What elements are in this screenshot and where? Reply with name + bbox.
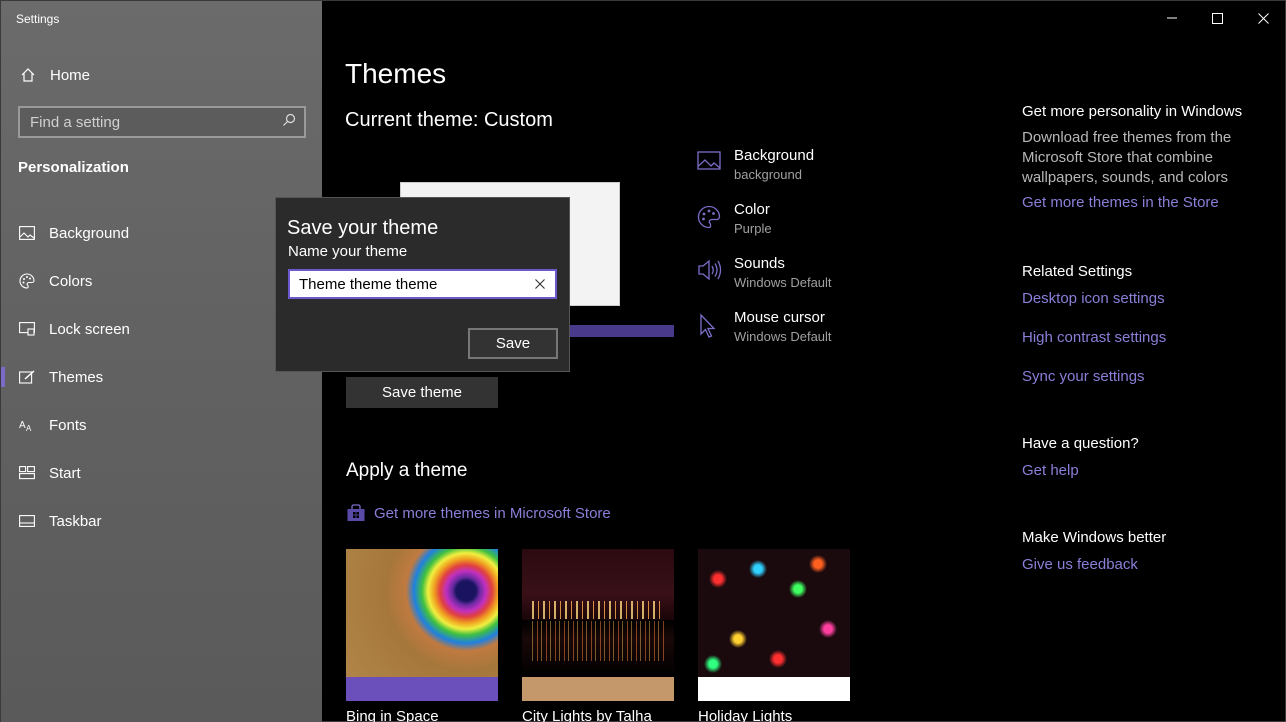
- high-contrast-settings-link[interactable]: High contrast settings: [1022, 329, 1272, 346]
- personality-heading: Get more personality in Windows: [1022, 103, 1243, 120]
- save-theme-button[interactable]: Save theme: [346, 377, 498, 408]
- close-button[interactable]: [1240, 1, 1286, 35]
- sidebar-item-colors[interactable]: Colors: [1, 257, 322, 305]
- palette-icon: [18, 272, 36, 290]
- personality-description: Download free themes from the Microsoft …: [1022, 129, 1232, 186]
- question-heading: Have a question?: [1022, 435, 1139, 452]
- right-panel: Get more personality in Windows Download…: [1022, 103, 1272, 573]
- home-label: Home: [50, 66, 91, 84]
- sidebar-item-label: Background: [49, 224, 130, 242]
- property-title: Background: [734, 147, 815, 164]
- dialog-title: Save your theme: [287, 217, 439, 239]
- theme-thumbnail: [698, 549, 850, 677]
- start-grid-icon: [18, 464, 36, 482]
- theme-thumbnail: [522, 549, 674, 677]
- sidebar-item-label: Fonts: [49, 416, 87, 434]
- property-value: background: [734, 167, 802, 182]
- sidebar-item-label: Colors: [49, 272, 93, 290]
- theme-thumbnail: [346, 549, 498, 677]
- sidebar-item-label: Taskbar: [49, 512, 102, 530]
- close-icon: [535, 279, 545, 289]
- svg-text:A: A: [26, 424, 32, 432]
- sidebar-item-label: Start: [49, 464, 81, 482]
- page-title: Themes: [345, 58, 447, 89]
- search-icon[interactable]: [282, 113, 296, 132]
- related-settings-heading: Related Settings: [1022, 263, 1133, 280]
- close-icon: [1257, 12, 1269, 24]
- theme-properties: Background background Color Purple Sound…: [697, 147, 832, 363]
- sidebar-item-label: Themes: [49, 368, 104, 386]
- search-input[interactable]: [30, 113, 282, 131]
- sidebar-item-fonts[interactable]: AA Fonts: [1, 401, 322, 449]
- make-windows-better-heading: Make Windows better: [1022, 529, 1167, 546]
- theme-accent-strip: [698, 677, 850, 701]
- palette-icon: [697, 201, 723, 255]
- property-color[interactable]: Color Purple: [697, 201, 832, 255]
- store-link-label: Get more themes in Microsoft Store: [374, 504, 611, 522]
- fonts-icon: AA: [18, 416, 36, 434]
- sync-settings-link[interactable]: Sync your settings: [1022, 368, 1272, 385]
- property-title: Sounds: [734, 255, 785, 272]
- theme-name: Bing in Space: [346, 708, 439, 722]
- theme-accent-strip: [522, 677, 674, 701]
- property-value: Windows Default: [734, 275, 832, 290]
- theme-name: Holiday Lights: [698, 708, 793, 722]
- get-help-link[interactable]: Get help: [1022, 462, 1272, 479]
- theme-preview-accent-bar: [569, 325, 674, 337]
- theme-tile-holiday-lights[interactable]: Holiday Lights: [698, 549, 850, 722]
- clear-input-button[interactable]: [533, 277, 547, 291]
- get-more-themes-link[interactable]: Get more themes in the Store: [1022, 194, 1272, 211]
- save-theme-dialog: Save your theme Name your theme Save: [275, 197, 570, 372]
- property-title: Color: [734, 201, 770, 218]
- sidebar-item-start[interactable]: Start: [1, 449, 322, 497]
- dialog-label: Name your theme: [288, 243, 408, 260]
- theme-name: City Lights by Talha: [522, 708, 652, 722]
- app-title: Settings: [16, 12, 60, 26]
- svg-text:A: A: [19, 420, 26, 431]
- store-bag-icon: [346, 503, 366, 523]
- speaker-icon: [697, 255, 723, 309]
- sidebar: Settings Home Personalization Background: [1, 1, 322, 722]
- minimize-button[interactable]: [1149, 1, 1195, 35]
- theme-name-input[interactable]: [299, 275, 533, 293]
- property-sounds[interactable]: Sounds Windows Default: [697, 255, 832, 309]
- sidebar-item-background[interactable]: Background: [1, 209, 322, 257]
- theme-accent-strip: [346, 677, 498, 701]
- theme-tile-city-lights[interactable]: City Lights by Talha: [522, 549, 674, 722]
- theme-name-field[interactable]: [288, 269, 557, 299]
- settings-window: Settings Home Personalization Background: [0, 0, 1286, 722]
- search-box[interactable]: [18, 106, 306, 138]
- sidebar-item-label: Lock screen: [49, 320, 130, 338]
- theme-tile-bing-in-space[interactable]: Bing in Space: [346, 549, 498, 722]
- taskbar-icon: [18, 512, 36, 530]
- sidebar-item-lock-screen[interactable]: Lock screen: [1, 305, 322, 353]
- sidebar-nav: Background Colors Lock screen Themes A A…: [1, 209, 322, 545]
- section-label: Personalization: [18, 159, 129, 176]
- current-theme-heading: Current theme: Custom: [345, 109, 553, 131]
- apply-theme-heading: Apply a theme: [346, 460, 468, 481]
- image-icon: [697, 147, 723, 201]
- home-nav[interactable]: Home: [18, 65, 90, 85]
- dialog-save-button[interactable]: Save: [468, 328, 558, 359]
- minimize-icon: [1167, 17, 1177, 19]
- property-value: Purple: [734, 221, 772, 236]
- property-background[interactable]: Background background: [697, 147, 832, 201]
- lock-screen-icon: [18, 320, 36, 338]
- maximize-icon: [1211, 12, 1223, 24]
- theme-gallery: Bing in Space City Lights by Talha Holid…: [346, 549, 850, 722]
- home-icon: [18, 65, 38, 85]
- sidebar-item-taskbar[interactable]: Taskbar: [1, 497, 322, 545]
- store-themes-link[interactable]: Get more themes in Microsoft Store: [346, 503, 611, 523]
- desktop-icon-settings-link[interactable]: Desktop icon settings: [1022, 290, 1272, 307]
- themes-brush-icon: [18, 368, 36, 386]
- maximize-button[interactable]: [1194, 1, 1240, 35]
- property-mouse-cursor[interactable]: Mouse cursor Windows Default: [697, 309, 832, 363]
- cursor-icon: [697, 309, 723, 363]
- property-title: Mouse cursor: [734, 309, 825, 326]
- image-icon: [18, 224, 36, 242]
- property-value: Windows Default: [734, 329, 832, 344]
- feedback-link[interactable]: Give us feedback: [1022, 556, 1272, 573]
- sidebar-item-themes[interactable]: Themes: [1, 353, 322, 401]
